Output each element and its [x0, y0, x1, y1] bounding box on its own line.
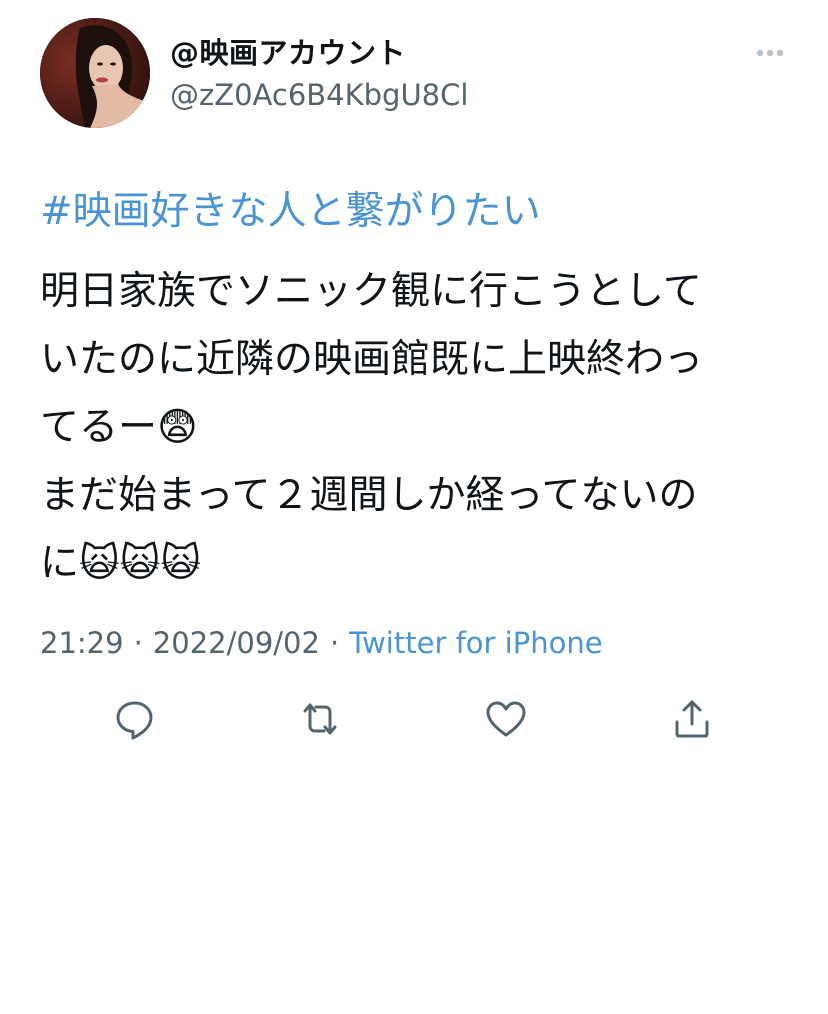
tweet-detail: @映画アカウント @zZ0Ac6B4KbgU8Cl #映画好きな人と繋がりたい … — [0, 0, 828, 1014]
reply-icon[interactable] — [112, 696, 158, 742]
meta-separator: · — [133, 626, 143, 660]
hashtag-link[interactable]: #映画好きな人と繋がりたい — [40, 180, 541, 236]
tweet-text-line: いたのに近隣の映画館既に上映終わっ — [40, 337, 704, 382]
tweet-text-line: に🙀🙀🙀 — [40, 541, 201, 586]
tweet-text-line: てるー😨 — [40, 405, 198, 450]
user-handle[interactable]: @zZ0Ac6B4KbgU8Cl — [170, 78, 468, 112]
tweet-metadata: 21:29 · 2022/09/02 · Twitter for iPhone — [40, 626, 603, 660]
tweet-text-line: まだ始まって２週間しか経ってないの — [40, 473, 698, 518]
tweet-date: 2022/09/02 — [152, 626, 320, 660]
retweet-icon[interactable] — [297, 696, 343, 742]
meta-separator: · — [329, 626, 340, 660]
more-options-icon[interactable] — [752, 40, 788, 66]
tweet-source-link[interactable]: Twitter for iPhone — [349, 626, 602, 660]
tweet-text: 明日家族でソニック観に行こうとして いたのに近隣の映画館既に上映終わっ てるー😨… — [40, 258, 800, 598]
share-icon[interactable] — [669, 696, 715, 742]
avatar[interactable] — [40, 18, 150, 128]
display-name[interactable]: @映画アカウント — [170, 30, 406, 72]
action-bar — [0, 696, 828, 746]
tweet-time: 21:29 — [40, 626, 124, 660]
tweet-text-line: 明日家族でソニック観に行こうとして — [40, 269, 702, 314]
like-icon[interactable] — [483, 696, 529, 742]
